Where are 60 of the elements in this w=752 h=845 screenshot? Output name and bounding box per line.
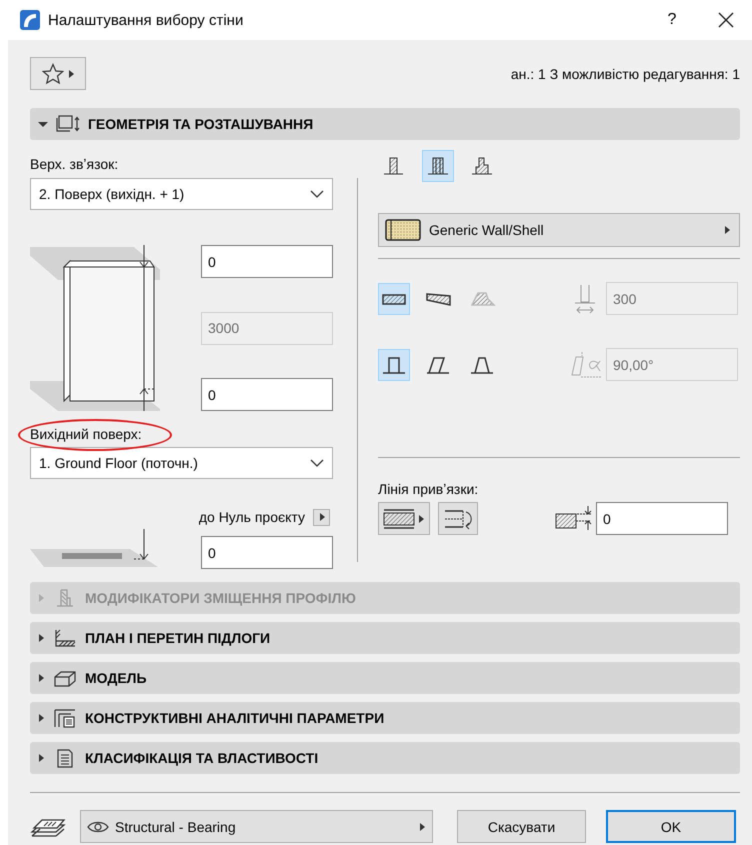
input-field[interactable]: 0 (201, 378, 333, 411)
expand-arrow-icon (38, 593, 45, 603)
input-field[interactable]: 0 (201, 245, 333, 278)
expand-arrow-icon (38, 673, 45, 683)
structure-type-button[interactable] (422, 150, 454, 182)
favorites-button[interactable] (30, 57, 86, 90)
input-field[interactable]: 0 (201, 536, 333, 569)
caret-icon (724, 225, 731, 235)
chevron-down-icon (310, 190, 324, 198)
geometry-icon (56, 114, 80, 134)
box-icon (53, 668, 77, 688)
section-header[interactable]: ГЕОМЕТРІЯ ТА РОЗТАШУВАННЯ (30, 108, 740, 140)
flip-button[interactable] (438, 502, 478, 535)
material-swatch-icon (385, 219, 421, 241)
layer-selector[interactable]: Structural - Bearing (80, 810, 433, 843)
field-label: Верх. звʼязок: (30, 155, 120, 173)
structure-table-icon (53, 708, 77, 728)
ok-button[interactable]: OK (606, 810, 736, 843)
thickness-type-button[interactable] (378, 282, 410, 314)
expand-arrow-icon (38, 713, 45, 723)
input-field: 300 (606, 282, 738, 315)
eye-icon (87, 820, 109, 834)
field-label: Вихідний поверх: (30, 425, 142, 443)
input-field: 90,00° (606, 348, 738, 381)
section-header[interactable]: КОНСТРУКТИВНІ АНАЛІТИЧНІ ПАРАМЕТРИ (30, 702, 740, 734)
field-label: до Нуль проєкту (198, 509, 305, 525)
wall-type-icon (469, 155, 495, 177)
offset-icon (554, 506, 594, 532)
dropdown[interactable]: 2. Поверх (вихідн. + 1) (30, 178, 333, 210)
close-icon (718, 12, 734, 28)
wall-type-icon (425, 155, 451, 177)
selection-info: ан.: 1 З можливістю редагування: 1 (510, 66, 740, 82)
composite-selector[interactable]: Generic Wall/Shell (378, 213, 740, 247)
collapse-arrow-icon (38, 120, 48, 128)
section-header[interactable]: ПЛАН І ПЕРЕТИН ПІДЛОГИ (30, 622, 740, 654)
hatched-wall-icon (383, 506, 415, 530)
star-icon (42, 62, 64, 84)
input-field: 3000 (201, 312, 333, 344)
caret-icon (68, 68, 74, 78)
cancel-button[interactable]: Скасувати (457, 810, 586, 843)
app-logo-icon (20, 10, 40, 30)
section-header[interactable]: КЛАСИФІКАЦІЯ ТА ВЛАСТИВОСТІ (30, 742, 740, 774)
caret-icon (419, 822, 426, 832)
help-button[interactable]: ? (652, 11, 692, 29)
input-field[interactable]: 0 (596, 502, 728, 535)
expand-arrow-icon (38, 633, 45, 643)
expand-arrow-icon (38, 753, 45, 763)
caret-icon (318, 512, 324, 522)
window-title: Налаштування вибору стіни (48, 12, 244, 28)
chevron-down-icon (310, 458, 324, 468)
hatched-floor-icon (53, 628, 77, 648)
dropdown-value: 1. Ground Floor (поточн.) (39, 455, 198, 471)
caret-icon (418, 514, 425, 524)
section-header[interactable]: МОДЕЛЬ (30, 662, 740, 694)
field-label: Лінія привʼязки: (378, 480, 480, 498)
expand-button[interactable] (313, 508, 330, 526)
slant-type-button[interactable] (378, 348, 410, 380)
dropdown-value: 2. Поверх (вихідн. + 1) (39, 186, 184, 202)
reference-line-button[interactable] (378, 502, 430, 535)
dropdown[interactable]: 1. Ground Floor (поточн.) (30, 447, 333, 479)
